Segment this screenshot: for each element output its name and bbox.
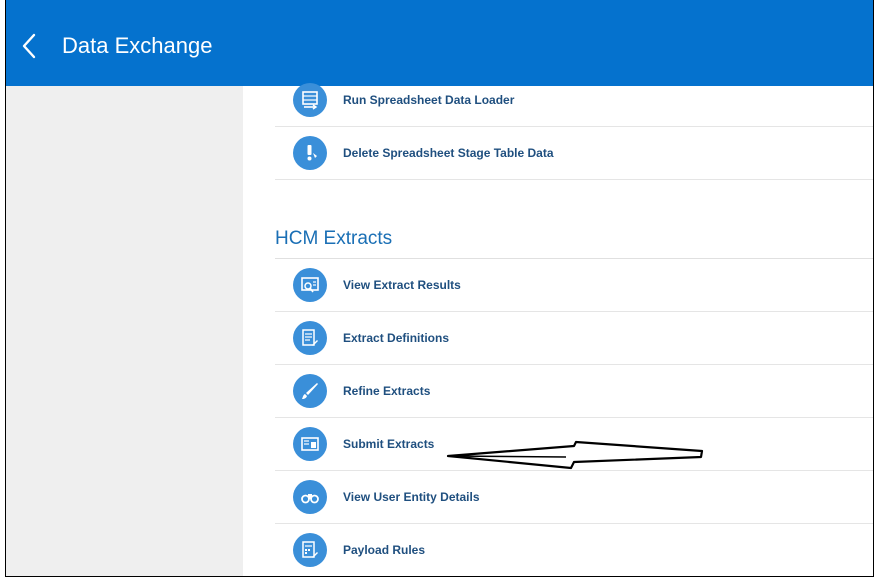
payload-rules-icon	[293, 533, 327, 567]
brush-icon	[293, 374, 327, 408]
task-label: Payload Rules	[343, 543, 426, 557]
task-label: Delete Spreadsheet Stage Table Data	[343, 146, 554, 160]
pointer-arrow-annotation	[446, 440, 704, 470]
task-view-extract-results[interactable]: View Extract Results	[275, 259, 873, 312]
binoculars-icon	[293, 480, 327, 514]
chevron-left-icon	[22, 33, 36, 59]
submit-extracts-icon	[293, 427, 327, 461]
main-content: Run Spreadsheet Data Loader Delete Sprea…	[243, 83, 873, 576]
task-payload-rules[interactable]: Payload Rules	[275, 524, 873, 576]
task-label: Run Spreadsheet Data Loader	[343, 93, 515, 107]
task-refine-extracts[interactable]: Refine Extracts	[275, 365, 873, 418]
task-label: Submit Extracts	[343, 437, 435, 451]
app-frame: Data Exchange Run Spreadsheet Data Loade…	[5, 0, 874, 577]
page-title: Data Exchange	[62, 33, 213, 58]
task-delete-spreadsheet-stage-table-data[interactable]: Delete Spreadsheet Stage Table Data	[275, 127, 873, 180]
task-run-spreadsheet-data-loader[interactable]: Run Spreadsheet Data Loader	[275, 74, 873, 127]
extract-definitions-icon	[293, 321, 327, 355]
left-sidebar	[6, 86, 243, 576]
section-title-hcm-extracts: HCM Extracts	[275, 228, 393, 249]
task-label: Extract Definitions	[343, 331, 450, 345]
spreadsheet-loader-icon	[293, 83, 327, 117]
task-extract-definitions[interactable]: Extract Definitions	[275, 312, 873, 365]
task-view-user-entity-details[interactable]: View User Entity Details	[275, 471, 873, 524]
back-button[interactable]	[16, 30, 44, 62]
delete-stage-data-icon	[293, 136, 327, 170]
task-label: View Extract Results	[343, 278, 461, 292]
view-results-icon	[293, 268, 327, 302]
task-label: View User Entity Details	[343, 490, 480, 504]
task-label: Refine Extracts	[343, 384, 431, 398]
